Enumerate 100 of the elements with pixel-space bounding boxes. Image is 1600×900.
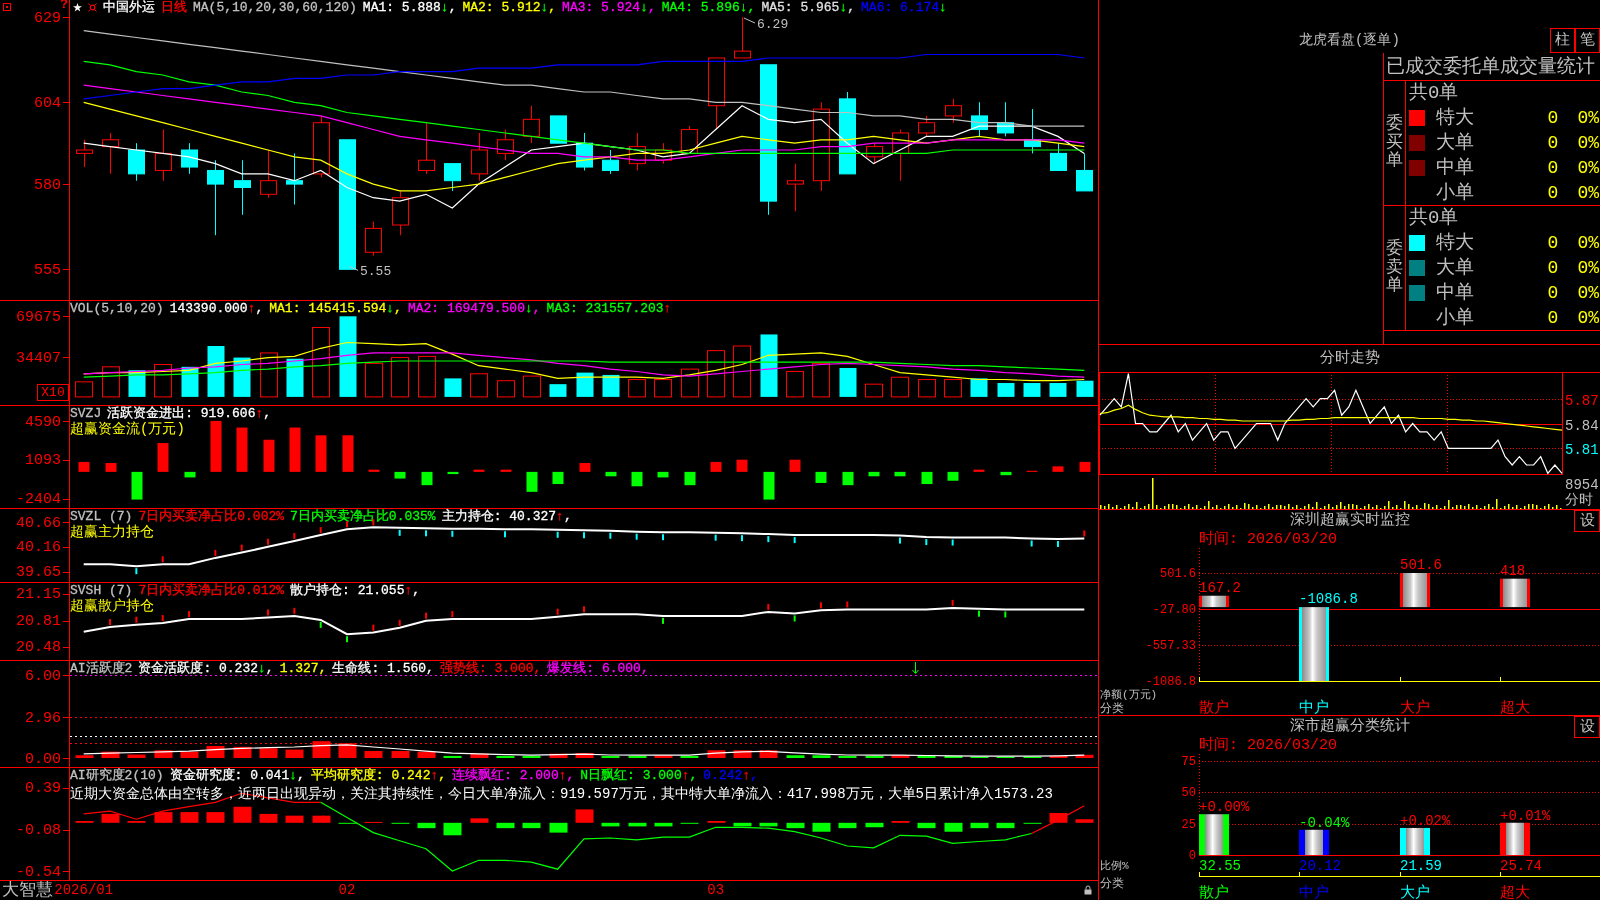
order-size-label: 大单	[1436, 257, 1474, 278]
candlestick	[1050, 142, 1067, 171]
indicator-text: 爆发线: 6.000,	[547, 661, 649, 676]
indicator-text: 7日内买卖净占比0.035%	[290, 509, 436, 524]
axis-tick-label: 75	[1181, 755, 1196, 769]
candlestick	[1024, 108, 1041, 154]
bar-value-label: -1086.8	[1299, 591, 1358, 608]
axis-tick-label: 501.6	[1160, 567, 1196, 581]
candlestick	[365, 221, 382, 257]
axis-tick-label: 34407	[16, 351, 61, 366]
indicator-text: MA3: 5.924↓,	[562, 0, 656, 15]
axis-tick-label: -557.33	[1145, 639, 1196, 653]
candlestick	[655, 142, 672, 165]
axis-tick-label: 604	[34, 96, 61, 111]
order-size-label: 特大	[1436, 107, 1474, 128]
date-label: 03	[707, 882, 725, 898]
order-count: 0	[1547, 132, 1559, 153]
axis-tick-label: -1086.8	[1145, 675, 1196, 689]
candlestick	[629, 132, 646, 171]
category-label: 大户	[1400, 700, 1430, 717]
candlestick	[1076, 152, 1093, 192]
help-mark[interactable]: ?	[60, 0, 68, 10]
indicator-text: 活跃资金进出: 919.606↑,	[107, 406, 272, 421]
axis-tick-label: 555	[34, 263, 61, 278]
indicator-text: 7日内买卖净占比0.002%	[138, 509, 285, 524]
candlestick	[866, 142, 883, 165]
axis-tick-label: 8954	[1565, 478, 1599, 492]
category-label: 超大	[1500, 885, 1530, 900]
indicator-text: 0.242↑,	[703, 768, 758, 783]
price-annotation: 5.55	[348, 264, 392, 280]
settings-button[interactable]: 设	[1574, 716, 1600, 738]
indicator-text: AI活跃度2	[70, 661, 133, 676]
change-label: +0.02%	[1400, 812, 1451, 829]
axis-tick-label: -2404	[16, 493, 61, 507]
candlestick	[76, 139, 93, 168]
indicator-text: MA1: 145415.594↓,	[269, 301, 402, 316]
date-label: 02	[338, 882, 356, 898]
mode-tab[interactable]: 笔	[1575, 28, 1600, 53]
axis-tick-label: 0.39	[25, 782, 61, 797]
candlestick	[418, 122, 435, 175]
axis-title: 分类	[1100, 702, 1124, 716]
candlestick	[892, 129, 909, 182]
axis-tick-label: 4590	[25, 415, 61, 430]
axis-tick-label: 25	[1181, 817, 1196, 832]
candlestick	[260, 149, 277, 199]
axis-tick-label: 6.00	[25, 669, 61, 684]
order-size-label: 小单	[1436, 182, 1474, 203]
indicator-text: AI研究度2(10)	[70, 768, 164, 783]
order-percent: 0%	[1577, 182, 1599, 203]
indicator-text: 生命线: 1.560,	[332, 661, 434, 676]
indicator-text: 1.327,	[279, 661, 327, 676]
mode-tab[interactable]: 柱	[1550, 28, 1575, 53]
candlestick	[286, 152, 303, 206]
side-label: 委卖单	[1386, 239, 1403, 297]
scale-badge: X10	[37, 384, 69, 401]
category-label: 中户	[1299, 885, 1329, 900]
order-percent: 0%	[1577, 307, 1599, 328]
indicator-text: MA4: 5.896↓,	[661, 0, 756, 15]
lock-icon	[1084, 885, 1092, 895]
order-percent: 0%	[1577, 107, 1599, 128]
date-label: 2026/01	[54, 882, 114, 898]
indicator-text: MA2: 169479.500↓,	[407, 301, 541, 316]
candlestick	[550, 115, 567, 144]
axis-tick-label: -0.08	[16, 824, 61, 839]
candlestick	[681, 125, 698, 154]
indicator-text: 强势线: 3.000,	[439, 661, 542, 676]
bar-value-label: 501.6	[1400, 557, 1442, 573]
candlestick	[392, 190, 409, 236]
candlestick	[128, 142, 145, 182]
indicator-text: MA5: 5.965↓,	[761, 0, 856, 15]
order-count: 0	[1547, 182, 1559, 203]
candlestick	[787, 163, 804, 212]
axis-tick-label: 69675	[16, 310, 61, 325]
order-percent: 0%	[1577, 132, 1599, 153]
order-percent: 0%	[1577, 257, 1599, 278]
order-count: 0	[1547, 107, 1559, 128]
axis-title: 分时	[1565, 493, 1593, 508]
bar-value-label: 20.12	[1299, 858, 1341, 874]
candlestick	[181, 142, 198, 175]
settings-button[interactable]: 设	[1574, 510, 1600, 532]
star-icon	[73, 3, 82, 12]
panel-title: 分时走势	[1319, 350, 1380, 367]
brand-label: 大智慧	[2, 881, 53, 900]
axis-tick-label: 2.96	[25, 711, 61, 726]
order-total: 共0单	[1409, 208, 1459, 228]
axis-tick-label: 0.00	[25, 752, 61, 767]
indicator-title: 超赢主力持仓	[70, 524, 154, 540]
order-size-label: 中单	[1436, 282, 1474, 303]
axis-tick-label: 580	[34, 178, 61, 193]
indicator-text: MA2: 5.912↓,	[462, 0, 557, 15]
bar-value-label: 25.74	[1500, 858, 1542, 874]
axis-title: 比例%	[1100, 860, 1129, 872]
change-label: +0.01%	[1500, 807, 1551, 824]
bar-value-label: 32.55	[1199, 858, 1241, 874]
order-count: 0	[1547, 307, 1559, 328]
bar-value-label: 167.2	[1199, 579, 1241, 596]
order-count: 0	[1547, 257, 1559, 278]
axis-tick-label: 50	[1181, 786, 1196, 801]
table-title: 已成交委托单成交量统计	[1386, 56, 1595, 77]
indicator-text: 7日内买卖净占比0.012%	[138, 583, 285, 598]
